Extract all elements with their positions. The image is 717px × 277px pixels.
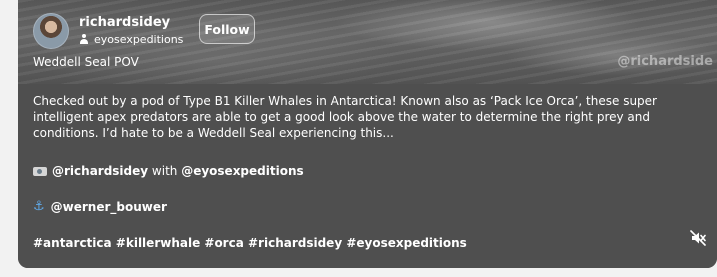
mute-button[interactable]: [689, 229, 707, 247]
volume-muted-icon: [690, 230, 706, 246]
person-icon: [79, 34, 89, 45]
collaborator-row[interactable]: eyosexpeditions: [79, 32, 183, 48]
caption-text: Checked out by a pod of Type B1 Killer W…: [33, 94, 657, 140]
watermark: @richardside: [617, 54, 713, 69]
user-meta: richardsidey eyosexpeditions: [79, 15, 183, 48]
credit-partner-link[interactable]: @eyosexpeditions: [181, 163, 303, 179]
credit-line: @richardsidey with @eyosexpeditions: [33, 163, 304, 179]
camera-icon: [33, 166, 47, 176]
post-header: richardsidey eyosexpeditions: [33, 13, 183, 49]
credit-with-text: with: [148, 164, 182, 178]
hashtags-line: #antarctica #killerwhale #orca #richards…: [33, 235, 467, 251]
anchor-icon: ⚓: [33, 199, 45, 214]
avatar[interactable]: [33, 13, 69, 49]
video-post-card[interactable]: richardsidey eyosexpeditions Follow Wedd…: [18, 0, 717, 268]
video-title: Weddell Seal POV: [33, 55, 139, 69]
follow-button[interactable]: Follow: [199, 14, 255, 44]
anchor-line: ⚓ @werner_bouwer: [33, 199, 167, 215]
hashtags[interactable]: #antarctica #killerwhale #orca #richards…: [33, 235, 467, 251]
credit-user-link[interactable]: @richardsidey: [52, 163, 148, 179]
anchor-user-link[interactable]: @werner_bouwer: [51, 199, 167, 215]
username[interactable]: richardsidey: [79, 15, 183, 31]
collaborator-name[interactable]: eyosexpeditions: [94, 32, 183, 48]
